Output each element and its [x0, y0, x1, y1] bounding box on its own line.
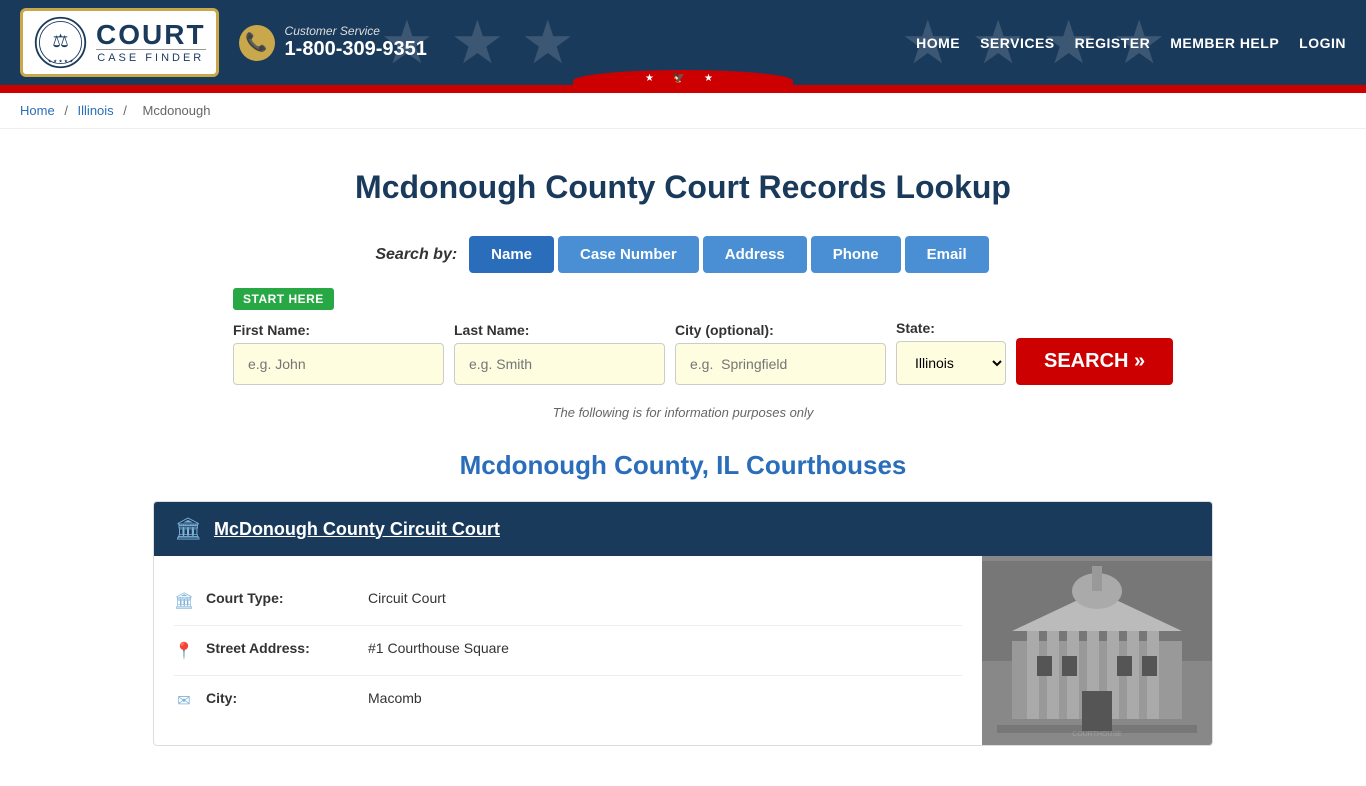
court-card-header: 🏛 McDonough County Circuit Court — [154, 502, 1212, 556]
nav-services[interactable]: SERVICES — [980, 35, 1055, 51]
city-detail-value: Macomb — [368, 690, 422, 706]
wave-decoration: ★ 🦅 ★ — [573, 70, 793, 92]
court-type-label: Court Type: — [206, 590, 356, 606]
city-group: City (optional): — [675, 322, 886, 385]
first-name-group: First Name: — [233, 322, 444, 385]
phone-icon: 📞 — [239, 25, 275, 61]
header-left: ⚖ ★ ★ ★ ★ ★ COURT CASE FINDER 📞 Customer… — [20, 8, 427, 77]
main-nav: HOME SERVICES REGISTER MEMBER HELP LOGIN — [916, 35, 1346, 51]
street-address-value: #1 Courthouse Square — [368, 640, 509, 656]
svg-text:⚖: ⚖ — [52, 30, 68, 51]
street-address-label: Street Address: — [206, 640, 356, 656]
city-detail-label: City: — [206, 690, 356, 706]
first-name-label: First Name: — [233, 322, 444, 338]
city-icon: ✉ — [174, 691, 194, 711]
court-type-icon: 🏛 — [174, 591, 194, 611]
court-card: 🏛 McDonough County Circuit Court 🏛 Court… — [153, 501, 1213, 746]
page-title: Mcdonough County Court Records Lookup — [153, 169, 1213, 206]
svg-text:★ ★ ★ ★ ★: ★ ★ ★ ★ ★ — [48, 59, 75, 64]
courthouse-image-svg: COURTHOUSE — [982, 561, 1212, 741]
form-container: START HERE First Name: Last Name: City (… — [233, 288, 1133, 385]
search-section: Search by: Name Case Number Address Phon… — [153, 236, 1213, 385]
first-name-input[interactable] — [233, 343, 444, 385]
logo[interactable]: ⚖ ★ ★ ★ ★ ★ COURT CASE FINDER — [20, 8, 219, 77]
logo-court-label: COURT — [96, 21, 206, 49]
last-name-group: Last Name: — [454, 322, 665, 385]
breadcrumb-illinois[interactable]: Illinois — [78, 103, 114, 118]
tab-name[interactable]: Name — [469, 236, 554, 273]
tab-phone[interactable]: Phone — [811, 236, 901, 273]
main-content: Mcdonough County Court Records Lookup Se… — [133, 129, 1233, 786]
customer-service-label: Customer Service — [285, 24, 427, 38]
breadcrumb-home[interactable]: Home — [20, 103, 55, 118]
logo-seal-icon: ⚖ ★ ★ ★ ★ ★ — [33, 15, 88, 70]
court-details: 🏛 Court Type: Circuit Court 📍 Street Add… — [154, 556, 982, 745]
search-button[interactable]: SEARCH » — [1016, 338, 1173, 385]
state-select[interactable]: Illinois Alabama Alaska Arizona Arkansas… — [896, 341, 1006, 385]
address-icon: 📍 — [174, 641, 194, 661]
breadcrumb: Home / Illinois / Mcdonough — [0, 93, 1366, 129]
state-group: State: Illinois Alabama Alaska Arizona A… — [896, 320, 1006, 385]
breadcrumb-sep-1: / — [64, 103, 71, 118]
court-type-row: 🏛 Court Type: Circuit Court — [174, 576, 962, 626]
nav-register[interactable]: REGISTER — [1075, 35, 1151, 51]
courthouse-icon: 🏛 — [174, 516, 202, 542]
logo-text: COURT CASE FINDER — [96, 21, 206, 64]
logo-case-finder-label: CASE FINDER — [96, 49, 206, 64]
start-here-badge: START HERE — [233, 288, 334, 310]
tab-case-number[interactable]: Case Number — [558, 236, 699, 273]
court-card-body: 🏛 Court Type: Circuit Court 📍 Street Add… — [154, 556, 1212, 745]
court-type-value: Circuit Court — [368, 590, 446, 606]
search-tabs-row: Search by: Name Case Number Address Phon… — [153, 236, 1213, 273]
nav-home[interactable]: HOME — [916, 35, 960, 51]
city-input[interactable] — [675, 343, 886, 385]
search-form-row: First Name: Last Name: City (optional): … — [233, 320, 1133, 385]
info-note: The following is for information purpose… — [153, 405, 1213, 420]
customer-service-phone: 1-800-309-9351 — [285, 38, 427, 61]
tab-email[interactable]: Email — [905, 236, 989, 273]
customer-service-text: Customer Service 1-800-309-9351 — [285, 24, 427, 61]
red-bar: ★ 🦅 ★ — [0, 85, 1366, 93]
nav-login[interactable]: LOGIN — [1299, 35, 1346, 51]
city-row: ✉ City: Macomb — [174, 676, 962, 725]
last-name-label: Last Name: — [454, 322, 665, 338]
state-label: State: — [896, 320, 1006, 336]
customer-service: 📞 Customer Service 1-800-309-9351 — [239, 24, 427, 61]
court-image: COURTHOUSE — [982, 556, 1212, 745]
tab-address[interactable]: Address — [703, 236, 807, 273]
court-name-link[interactable]: McDonough County Circuit Court — [214, 519, 500, 540]
city-label: City (optional): — [675, 322, 886, 338]
nav-member-help[interactable]: MEMBER HELP — [1170, 35, 1279, 51]
breadcrumb-current: Mcdonough — [143, 103, 211, 118]
last-name-input[interactable] — [454, 343, 665, 385]
courthouses-title: Mcdonough County, IL Courthouses — [153, 450, 1213, 481]
street-address-row: 📍 Street Address: #1 Courthouse Square — [174, 626, 962, 676]
svg-text:COURTHOUSE: COURTHOUSE — [1072, 731, 1122, 738]
search-by-label: Search by: — [375, 246, 457, 264]
breadcrumb-sep-2: / — [123, 103, 130, 118]
